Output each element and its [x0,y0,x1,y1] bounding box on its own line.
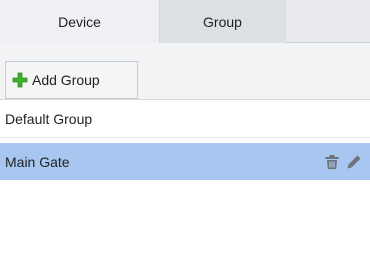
tab-device[interactable]: Device [0,0,160,43]
tab-bar: Device Group [0,0,370,43]
plus-icon [12,72,28,88]
group-item-label: Default Group [5,110,93,127]
group-manager-panel: Device Group Add Group Default Group Mai… [0,0,370,264]
add-group-button[interactable]: Add Group [5,61,138,99]
toolbar: Add Group [0,43,370,100]
group-item-label: Main Gate [5,153,70,170]
delete-icon[interactable] [324,154,340,170]
group-item-main-gate[interactable]: Main Gate [0,143,370,180]
tab-group-label: Group [203,13,242,30]
group-list: Default Group Main Gate [0,100,370,180]
tab-device-label: Device [58,13,101,30]
edit-icon[interactable] [346,154,362,170]
group-item-default-group[interactable]: Default Group [0,100,370,138]
add-group-label: Add Group [32,72,100,88]
tab-group[interactable]: Group [160,0,286,43]
